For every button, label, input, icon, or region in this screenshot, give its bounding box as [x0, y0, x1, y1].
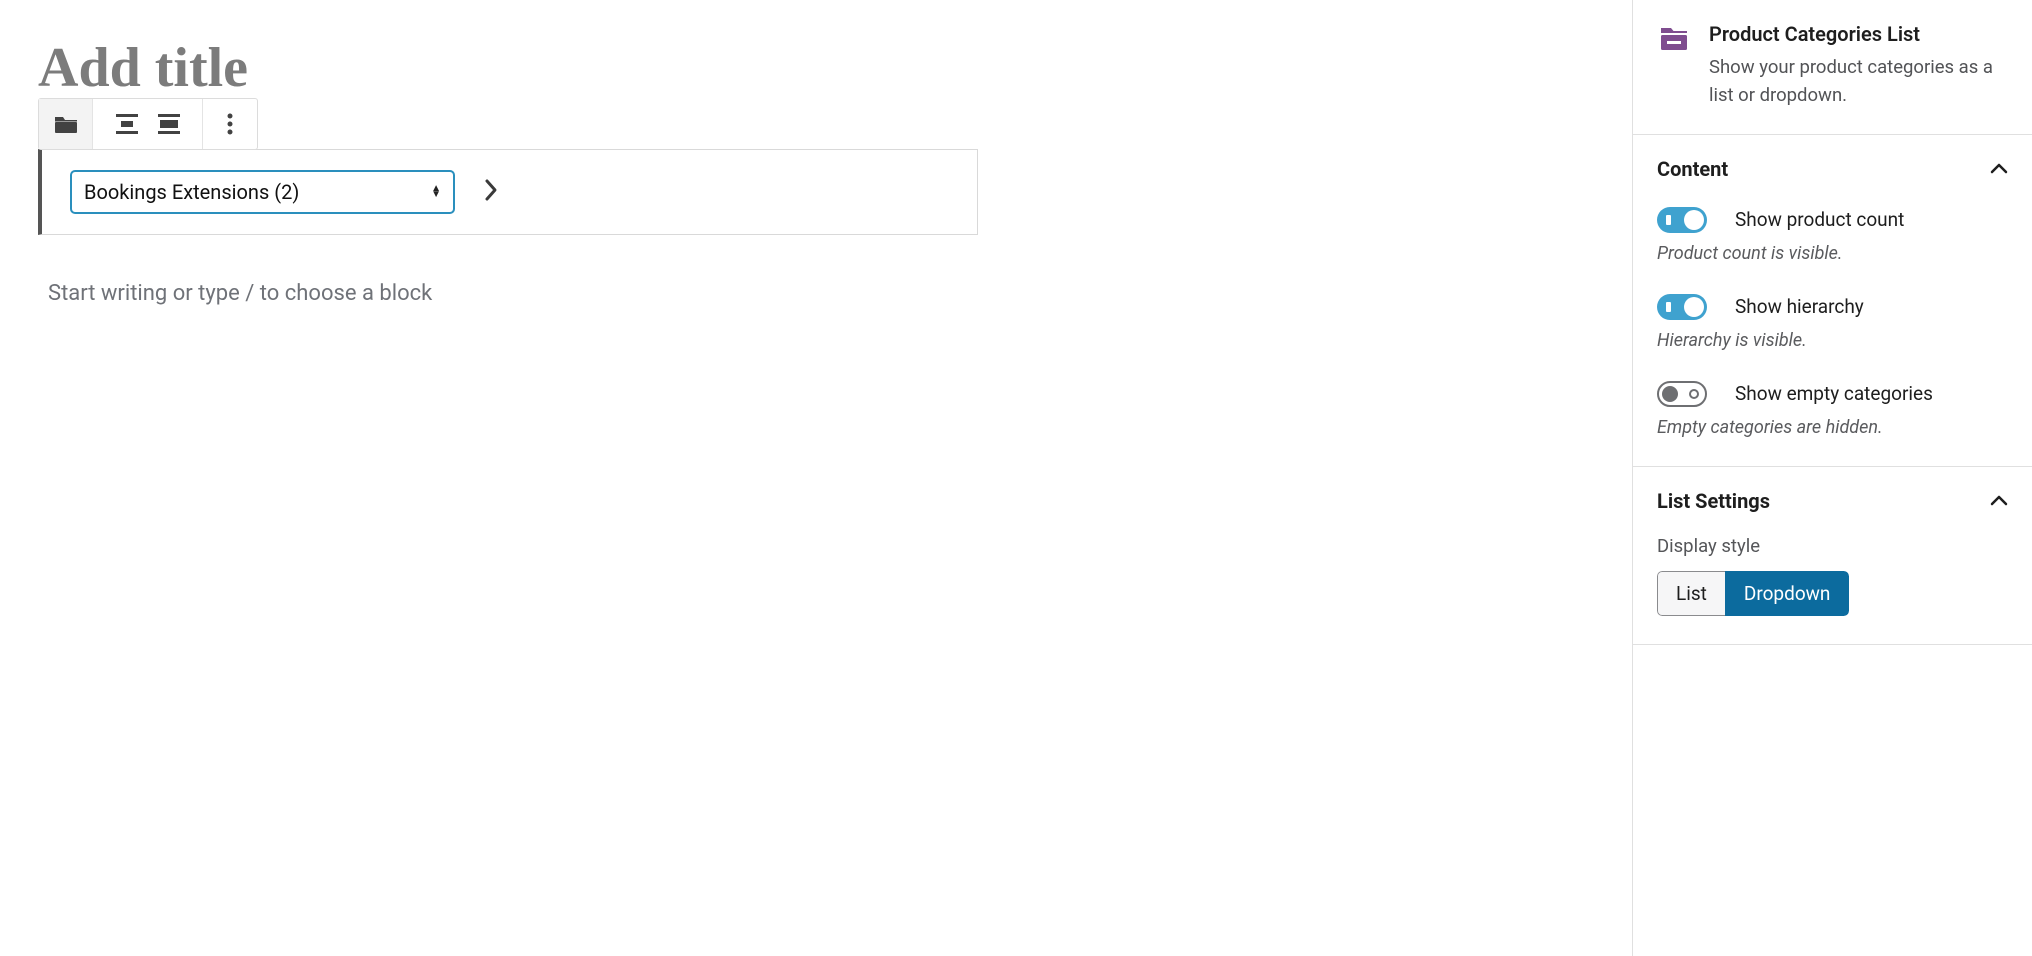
toggle-row-show-hierarchy: Show hierarchy [1657, 294, 2008, 320]
kebab-icon [227, 112, 233, 136]
post-title-placeholder[interactable]: Add title [38, 40, 1612, 96]
toggle-show-hierarchy-help: Hierarchy is visible. [1657, 330, 2008, 351]
sidebar-block-header: Product Categories List Show your produc… [1633, 0, 2032, 135]
product-categories-block[interactable]: Bookings Extensions (2) ▲▼ [38, 149, 978, 235]
panel-list-settings: List Settings Display style List Dropdow… [1633, 467, 2032, 645]
panel-list-settings-body: Display style List Dropdown [1633, 535, 2032, 644]
sidebar-block-description: Show your product categories as a list o… [1709, 54, 2008, 110]
panel-list-settings-header[interactable]: List Settings [1633, 467, 2032, 535]
toggle-show-empty-label: Show empty categories [1735, 382, 1933, 405]
toggle-show-count-label: Show product count [1735, 208, 1904, 231]
sidebar-block-title: Product Categories List [1709, 22, 2008, 46]
editor-main: Add title [0, 0, 1632, 956]
panel-content-header[interactable]: Content [1633, 135, 2032, 203]
toggle-row-show-empty: Show empty categories [1657, 381, 2008, 407]
block-toolbar [38, 98, 258, 150]
select-arrows-icon: ▲▼ [431, 186, 441, 198]
panel-content-title: Content [1657, 157, 1728, 181]
app-root: Add title [0, 0, 2032, 956]
toggle-row-show-count: Show product count [1657, 207, 2008, 233]
settings-sidebar: Product Categories List Show your produc… [1632, 0, 2032, 956]
folder-icon [53, 113, 79, 135]
align-center-icon [116, 114, 138, 134]
sidebar-block-text: Product Categories List Show your produc… [1709, 22, 2008, 110]
alignment-buttons[interactable] [93, 99, 203, 149]
chevron-up-icon [1990, 490, 2008, 511]
display-style-option-list[interactable]: List [1657, 571, 1725, 616]
chevron-up-icon [1990, 158, 2008, 179]
more-options-button[interactable] [203, 99, 257, 149]
paragraph-placeholder[interactable]: Start writing or type / to choose a bloc… [48, 281, 1612, 306]
panel-content-body: Show product count Product count is visi… [1633, 207, 2032, 466]
toggle-show-empty[interactable] [1657, 381, 1707, 407]
toggle-show-count-help: Product count is visible. [1657, 243, 2008, 264]
category-dropdown[interactable]: Bookings Extensions (2) ▲▼ [70, 170, 455, 214]
block-type-button[interactable] [39, 99, 93, 149]
toggle-show-hierarchy-label: Show hierarchy [1735, 295, 1864, 318]
toggle-show-hierarchy[interactable] [1657, 294, 1707, 320]
product-categories-icon [1657, 22, 1691, 56]
category-dropdown-selected: Bookings Extensions (2) [84, 180, 299, 204]
align-wide-icon [158, 114, 180, 134]
toggle-show-empty-help: Empty categories are hidden. [1657, 417, 2008, 438]
toggle-show-count[interactable] [1657, 207, 1707, 233]
panel-content: Content Show product count Product count… [1633, 135, 2032, 467]
panel-list-settings-title: List Settings [1657, 489, 1770, 513]
display-style-option-dropdown[interactable]: Dropdown [1725, 571, 1850, 616]
display-style-button-group: List Dropdown [1657, 571, 1849, 616]
display-style-label: Display style [1657, 535, 2008, 557]
chevron-right-icon [483, 177, 499, 208]
